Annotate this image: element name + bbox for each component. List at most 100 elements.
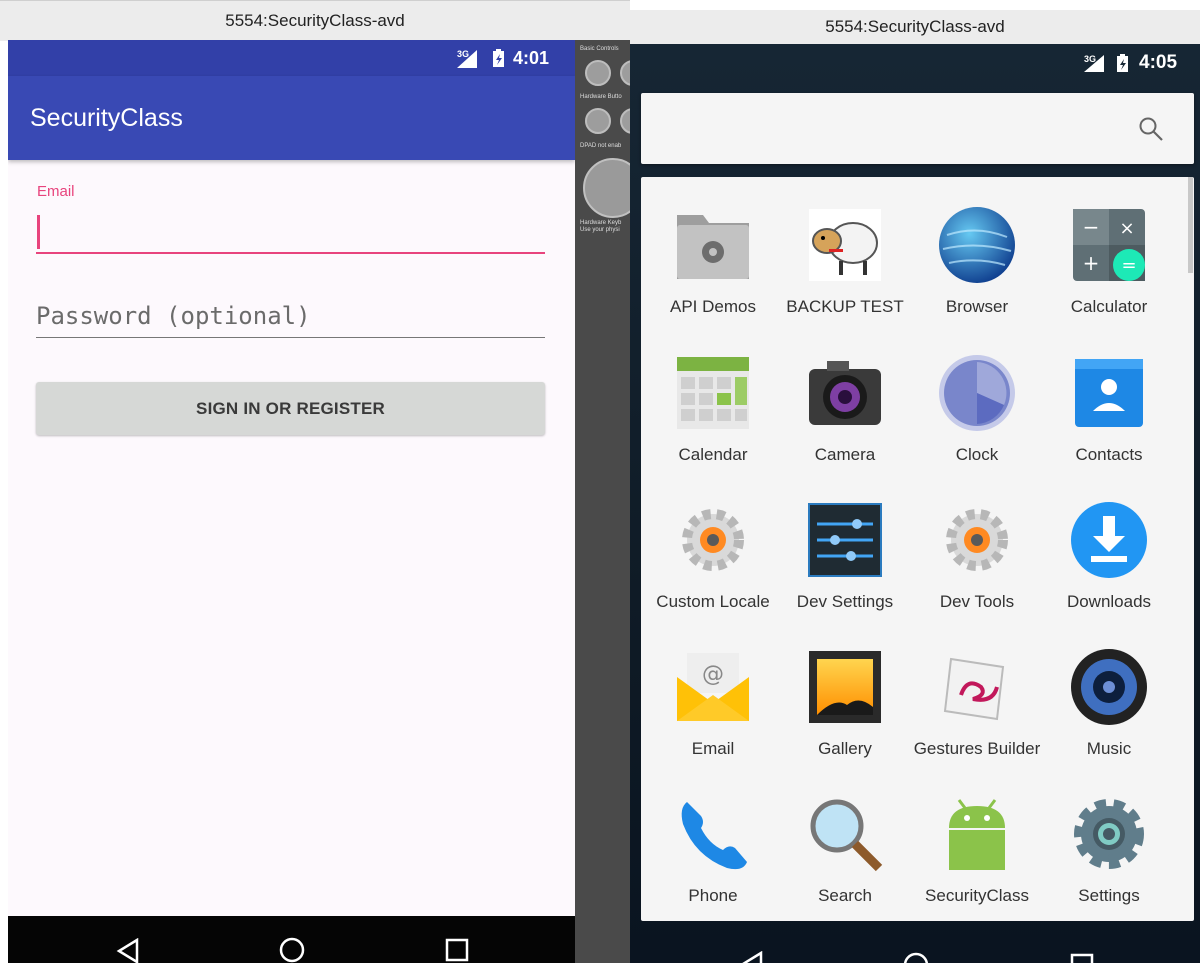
- password-field[interactable]: [36, 295, 545, 338]
- app-label: Dev Settings: [796, 592, 894, 611]
- battery-icon: [493, 49, 504, 67]
- volume-button[interactable]: [585, 60, 611, 86]
- gear-icon: [682, 509, 744, 571]
- back-icon[interactable]: [116, 938, 140, 963]
- sheep-icon: [809, 209, 881, 281]
- recents-icon[interactable]: [1070, 953, 1094, 963]
- app-label: SecurityClass: [925, 886, 1029, 905]
- emulator-control-panel: Basic Controls Hardware Butto DPAD not e…: [575, 40, 630, 963]
- app-label: Custom Locale: [656, 592, 770, 611]
- app-calendar[interactable]: Calendar: [647, 325, 779, 473]
- app-label: Phone: [688, 886, 738, 905]
- home-icon[interactable]: [902, 951, 930, 963]
- right-window-titlebar: 5554:SecurityClass-avd: [630, 10, 1200, 44]
- app-label: Gallery: [818, 739, 872, 758]
- svg-text:−: −: [1083, 215, 1100, 239]
- app-gestures-builder[interactable]: Gestures Builder: [911, 619, 1043, 767]
- home-icon[interactable]: [278, 936, 306, 963]
- app-securityclass[interactable]: SecurityClass: [911, 766, 1043, 914]
- sign-in-button[interactable]: SIGN IN OR REGISTER: [36, 382, 545, 435]
- app-drawer: API Demos BACKUP TEST Browser − × + = Ca…: [641, 177, 1194, 921]
- volume-button-2[interactable]: [620, 60, 630, 86]
- app-label: Clock: [955, 445, 999, 464]
- app-dev-settings[interactable]: Dev Settings: [779, 472, 911, 620]
- search-icon[interactable]: [1138, 116, 1164, 142]
- app-clock[interactable]: Clock: [911, 325, 1043, 473]
- app-phone[interactable]: Phone: [647, 766, 779, 914]
- dpad-control[interactable]: [583, 158, 630, 218]
- app-settings[interactable]: Settings: [1043, 766, 1175, 914]
- recents-icon[interactable]: [445, 938, 469, 962]
- right-device-screen: 3G 4:05 API Demos BACKUP TEST Browser − …: [630, 44, 1200, 963]
- android-icon: [949, 799, 1005, 870]
- status-bar: 3G 4:01: [8, 40, 575, 76]
- app-label: Browser: [945, 297, 1009, 316]
- app-bar: SecurityClass: [8, 76, 575, 160]
- app-label: API Demos: [670, 297, 756, 316]
- navigation-bar: [8, 916, 575, 963]
- home-hw-button[interactable]: [585, 108, 611, 134]
- gallery-icon: [809, 651, 881, 723]
- signal-icon: [1084, 55, 1104, 72]
- app-search[interactable]: Search: [779, 766, 911, 914]
- speaker-icon: [1071, 649, 1147, 725]
- email-field[interactable]: [36, 210, 545, 254]
- left-window-titlebar: 5554:SecurityClass-avd: [0, 0, 630, 41]
- settings-icon: [1074, 799, 1144, 869]
- app-dev-tools[interactable]: Dev Tools: [911, 472, 1043, 620]
- gear-icon: [946, 509, 1008, 571]
- panel-label: Use your physi: [580, 227, 620, 233]
- signal-icon: [457, 50, 477, 68]
- text-cursor: [37, 215, 40, 249]
- battery-icon: [1117, 54, 1128, 72]
- app-calculator[interactable]: − × + = Calculator: [1043, 177, 1175, 325]
- panel-label: DPAD not enab: [580, 143, 622, 149]
- menu-hw-button[interactable]: [620, 108, 630, 134]
- app-music[interactable]: Music: [1043, 619, 1175, 767]
- right-window-title: 5554:SecurityClass-avd: [825, 17, 1005, 36]
- svg-text:×: ×: [1119, 218, 1134, 239]
- app-contacts[interactable]: Contacts: [1043, 325, 1175, 473]
- panel-label: Hardware Butto: [580, 94, 622, 100]
- app-label: Search: [818, 886, 872, 905]
- phone-icon: [681, 802, 747, 870]
- email-icon: @: [677, 653, 749, 721]
- panel-label: Hardware Keyb: [580, 220, 622, 226]
- calculator-icon: − × + =: [1073, 209, 1145, 281]
- back-icon[interactable]: [740, 951, 764, 963]
- app-camera[interactable]: Camera: [779, 325, 911, 473]
- svg-text:@: @: [702, 662, 724, 687]
- globe-icon: [939, 207, 1015, 283]
- clock-icon: [939, 355, 1015, 431]
- app-search-bar[interactable]: [641, 93, 1194, 164]
- app-gallery[interactable]: Gallery: [779, 619, 911, 767]
- app-label: Downloads: [1066, 592, 1152, 611]
- app-label: Settings: [1078, 886, 1140, 905]
- app-label: Calendar: [678, 445, 748, 464]
- magnifier-icon: [810, 799, 883, 872]
- left-device-screen: 3G 4:01 SecurityClass Email SIGN IN OR R…: [8, 40, 575, 963]
- camera-icon: [809, 361, 881, 425]
- app-api-demos[interactable]: API Demos: [647, 177, 779, 325]
- app-backup-test[interactable]: BACKUP TEST: [779, 177, 911, 325]
- status-time: 4:05: [1139, 52, 1178, 73]
- scrollbar[interactable]: [1188, 177, 1193, 273]
- app-email[interactable]: @ Email: [647, 619, 779, 767]
- calendar-icon: [677, 357, 749, 429]
- contacts-icon: [1075, 359, 1143, 427]
- app-browser[interactable]: Browser: [911, 177, 1043, 325]
- status-time: 4:01: [513, 48, 550, 68]
- panel-label: Basic Controls: [580, 46, 619, 52]
- navigation-bar: [630, 921, 1200, 963]
- app-custom-locale[interactable]: Custom Locale: [647, 472, 779, 620]
- download-icon: [1071, 502, 1147, 578]
- app-downloads[interactable]: Downloads: [1043, 472, 1175, 620]
- app-label: BACKUP TEST: [786, 297, 904, 316]
- app-label: Calculator: [1070, 297, 1148, 316]
- app-label: Email: [691, 739, 735, 758]
- left-window-title: 5554:SecurityClass-avd: [225, 11, 405, 30]
- app-label: Camera: [814, 445, 876, 464]
- sliders-icon: [808, 503, 882, 577]
- app-label: Contacts: [1075, 445, 1143, 464]
- app-label: Gestures Builder: [913, 739, 1041, 758]
